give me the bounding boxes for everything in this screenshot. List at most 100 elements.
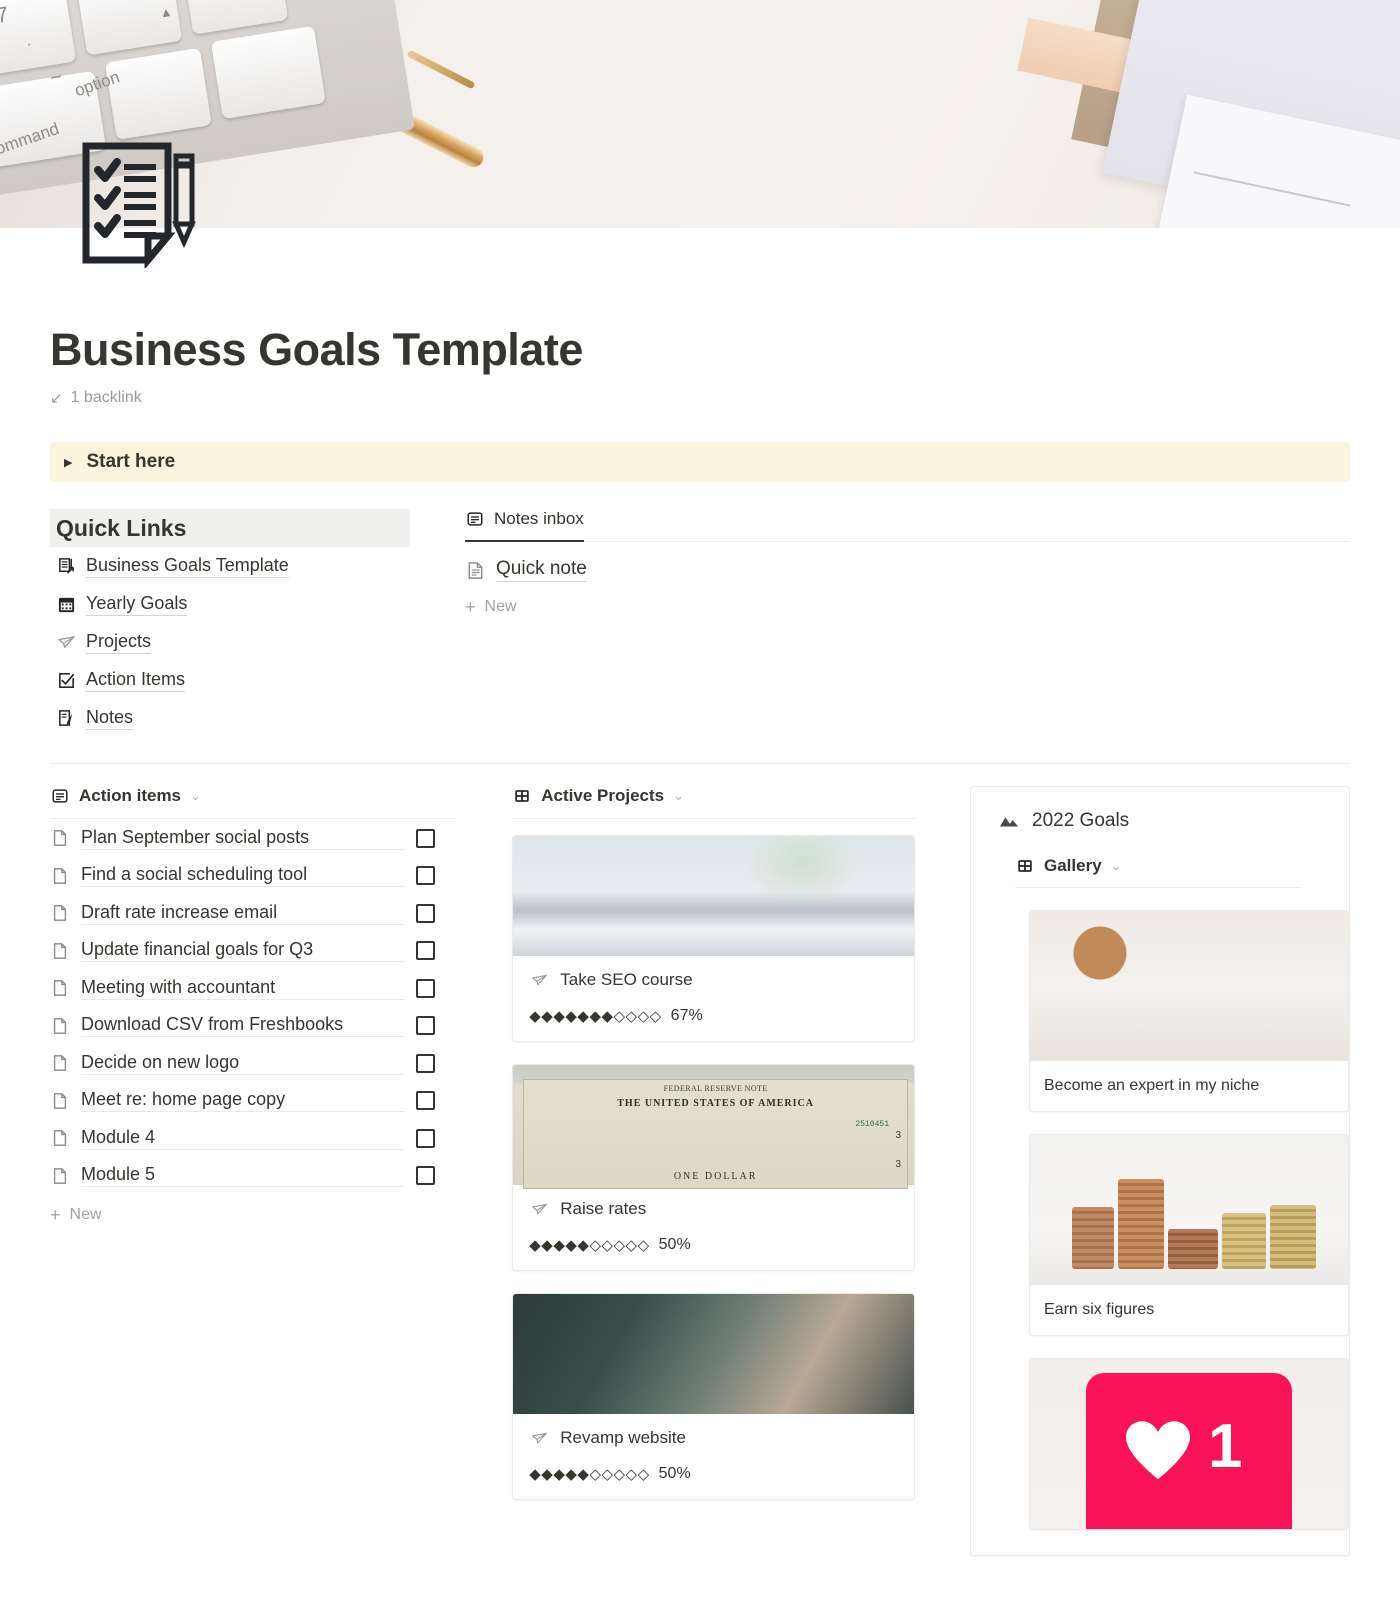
page-icon <box>50 978 70 998</box>
checkbox-check-icon <box>56 670 76 690</box>
action-items-column: Action items ⌄ Plan September social pos… <box>50 786 458 1556</box>
project-card-title: Revamp website <box>560 1428 686 1448</box>
goal-card-label: Become an expert in my niche <box>1044 1077 1260 1095</box>
action-items-header[interactable]: Action items ⌄ <box>50 786 457 818</box>
quick-link-yearly-goals[interactable]: Yearly Goals <box>50 585 410 623</box>
project-progress: ◆◆◆◆◆ ◇◇◇◇◇ 50% <box>529 1236 898 1254</box>
goals-view-label: Gallery <box>1044 856 1102 876</box>
paper-plane-icon <box>56 632 76 652</box>
action-item-label: Meet re: home page copy <box>81 1089 406 1112</box>
action-item-row[interactable]: Module 4 <box>50 1119 457 1157</box>
active-projects-title: Active Projects <box>541 786 665 806</box>
quick-links-column: Quick Links Business Goals Template Year… <box>50 509 410 737</box>
tab-notes-inbox[interactable]: Notes inbox <box>465 509 584 543</box>
action-item-label: Plan September social posts <box>81 827 406 850</box>
chevron-down-icon[interactable]: ⌄ <box>1111 858 1122 874</box>
notes-inbox-tabbar: Notes inbox <box>465 509 1350 543</box>
project-percent: 50% <box>658 1236 691 1254</box>
bill-corner-number: 3 <box>895 1130 901 1142</box>
action-item-checkbox[interactable] <box>416 1091 436 1110</box>
plus-icon: + <box>465 597 476 618</box>
paper-plane-icon <box>529 970 549 990</box>
action-item-label: Download CSV from Freshbooks <box>81 1014 406 1037</box>
active-projects-column: Active Projects ⌄ Take SEO course ◆◆◆◆◆◆… <box>457 786 915 1556</box>
action-item-row[interactable]: Draft rate increase email <box>50 894 457 932</box>
goal-card[interactable]: Earn six figures <box>1029 1134 1349 1337</box>
action-item-row[interactable]: Meeting with accountant <box>50 969 457 1007</box>
action-item-row[interactable]: Decide on new logo <box>50 1044 457 1082</box>
action-items-title: Action items <box>79 786 182 806</box>
active-projects-header[interactable]: Active Projects ⌄ <box>512 786 915 818</box>
checklist-pencil-icon[interactable] <box>76 140 200 270</box>
quick-link-business-goals-template[interactable]: Business Goals Template <box>50 547 410 585</box>
project-card-image: FEDERAL RESERVE NOTE THE UNITED STATES O… <box>513 1065 914 1190</box>
page-icon <box>50 903 70 923</box>
action-item-checkbox[interactable] <box>416 903 436 923</box>
chevron-down-icon[interactable]: ⌄ <box>190 788 201 804</box>
chevron-down-icon[interactable]: ⌄ <box>673 788 684 804</box>
new-label: New <box>484 598 517 616</box>
project-progress: ◆◆◆◆◆ ◇◇◇◇◇ 50% <box>529 1465 898 1483</box>
quick-link-notes[interactable]: Notes <box>50 699 410 737</box>
page-icon <box>50 1128 70 1148</box>
notes-inbox-row[interactable]: Quick note <box>465 548 1350 592</box>
progress-filled-diamonds: ◆◆◆◆◆ <box>529 1465 590 1483</box>
page-link-icon <box>56 556 76 576</box>
goal-card-label: Earn six figures <box>1044 1301 1155 1319</box>
goals-view-selector[interactable]: Gallery ⌄ <box>1015 856 1301 889</box>
goal-card-image <box>1030 911 1348 1062</box>
project-progress: ◆◆◆◆◆◆◆ ◇◇◇◇ 67% <box>529 1007 898 1025</box>
start-here-callout[interactable]: ▶ Start here <box>50 442 1350 483</box>
gallery-view-icon <box>1015 856 1035 876</box>
project-card-title: Take SEO course <box>560 970 693 990</box>
action-item-checkbox[interactable] <box>416 941 436 960</box>
bill-serial: 2510451 <box>855 1120 889 1130</box>
action-item-checkbox[interactable] <box>416 866 436 885</box>
action-item-checkbox[interactable] <box>416 978 436 998</box>
progress-empty-diamonds: ◇◇◇◇◇ <box>589 1236 650 1254</box>
project-card[interactable]: Take SEO course ◆◆◆◆◆◆◆ ◇◇◇◇ 67% <box>512 835 915 1043</box>
project-percent: 67% <box>670 1007 703 1025</box>
list-view-icon <box>465 509 485 529</box>
progress-filled-diamonds: ◆◆◆◆◆ <box>529 1236 590 1254</box>
bill-top-text: FEDERAL RESERVE NOTE <box>663 1084 768 1094</box>
project-card-image <box>513 1294 914 1415</box>
goal-card[interactable]: Become an expert in my niche <box>1029 910 1349 1113</box>
action-items-new-button[interactable]: + New <box>50 1200 457 1230</box>
notes-inbox-column: Notes inbox Quick note + New <box>410 509 1350 737</box>
notes-inbox-row-label: Quick note <box>496 558 587 583</box>
triangle-right-icon[interactable]: ▶ <box>64 456 72 469</box>
action-item-row[interactable]: Download CSV from Freshbooks <box>50 1007 457 1045</box>
quick-link-action-items[interactable]: Action Items <box>50 661 410 699</box>
action-items-list: Plan September social posts Find a socia… <box>50 819 457 1194</box>
quick-link-projects[interactable]: Projects <box>50 623 410 661</box>
action-item-checkbox[interactable] <box>416 1053 436 1073</box>
new-label: New <box>69 1206 102 1224</box>
action-item-row[interactable]: Module 5 <box>50 1157 457 1195</box>
action-item-checkbox[interactable] <box>416 828 436 848</box>
quick-link-label: Action Items <box>86 669 186 692</box>
action-item-row[interactable]: Update financial goals for Q3 <box>50 932 457 970</box>
page-icon <box>50 941 70 961</box>
action-item-label: Find a social scheduling tool <box>81 864 406 887</box>
notes-inbox-new-button[interactable]: + New <box>465 592 1350 622</box>
action-item-checkbox[interactable] <box>416 1128 436 1148</box>
action-item-label: Update financial goals for Q3 <box>81 939 406 962</box>
goal-card-image: 1 <box>1030 1359 1348 1530</box>
action-item-label: Draft rate increase email <box>81 902 406 925</box>
action-item-row[interactable]: Plan September social posts <box>50 819 457 857</box>
action-item-checkbox[interactable] <box>416 1166 436 1185</box>
bill-mid-text: THE UNITED STATES OF AMERICA <box>617 1098 814 1110</box>
goal-card[interactable]: 1 <box>1029 1358 1349 1531</box>
backlink[interactable]: ↙ 1 backlink <box>50 389 1350 407</box>
paper-plane-icon <box>529 1428 549 1448</box>
action-item-checkbox[interactable] <box>416 1016 436 1035</box>
goals-panel-title[interactable]: 2022 Goals <box>971 805 1349 832</box>
action-item-row[interactable]: Find a social scheduling tool <box>50 857 457 895</box>
project-card[interactable]: FEDERAL RESERVE NOTE THE UNITED STATES O… <box>512 1064 915 1272</box>
project-card[interactable]: Revamp website ◆◆◆◆◆ ◇◇◇◇◇ 50% <box>512 1293 915 1501</box>
action-item-row[interactable]: Meet re: home page copy <box>50 1082 457 1120</box>
backlink-label: 1 backlink <box>70 389 142 407</box>
quick-link-label: Business Goals Template <box>86 555 289 578</box>
goals-panel: 2022 Goals Gallery ⌄ Become an expert in… <box>970 786 1350 1557</box>
